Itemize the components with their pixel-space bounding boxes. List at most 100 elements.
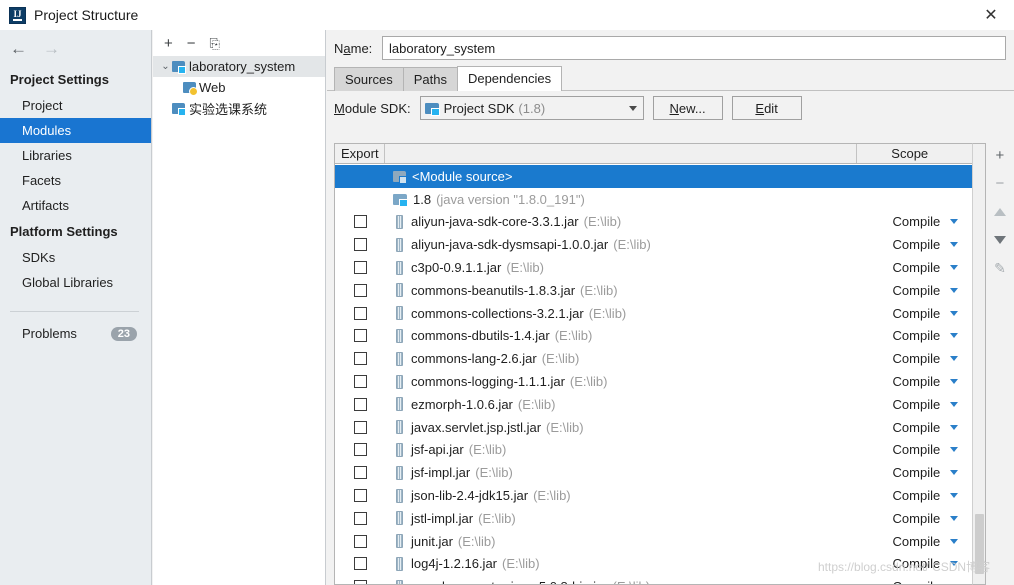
add-module-icon[interactable]: +: [164, 36, 173, 51]
table-row[interactable]: commons-beanutils-1.8.3.jar (E:\lib) Compi…: [335, 279, 972, 302]
export-checkbox[interactable]: [353, 580, 367, 584]
table-row[interactable]: commons-collections-3.2.1.jar (E:\lib) Com…: [335, 302, 972, 325]
chevron-down-icon[interactable]: [950, 242, 959, 248]
export-checkbox[interactable]: [353, 443, 367, 457]
chevron-down-icon[interactable]: [950, 265, 959, 271]
close-icon[interactable]: ✕: [968, 0, 1014, 30]
export-checkbox[interactable]: [353, 283, 367, 297]
tab-dependencies[interactable]: Dependencies: [456, 66, 563, 91]
table-row[interactable]: junit.jar (E:\lib) Compile: [335, 530, 972, 553]
table-row[interactable]: mysql-connector-java-5.0.8-bin.jar (E:\li…: [335, 575, 972, 584]
table-row[interactable]: c3p0-0.9.1.1.jar (E:\lib) Compile: [335, 256, 972, 279]
sidebar-item-artifacts[interactable]: Artifacts: [0, 193, 151, 218]
scope-cell[interactable]: Compile: [857, 328, 962, 343]
scope-cell[interactable]: Compile: [857, 237, 962, 252]
tree-node-web[interactable]: Web: [153, 77, 325, 98]
dependencies-scrollbar[interactable]: [972, 143, 986, 585]
export-checkbox[interactable]: [353, 261, 367, 275]
scope-cell[interactable]: Compile: [857, 420, 962, 435]
scope-cell[interactable]: Compile: [857, 488, 962, 503]
export-checkbox[interactable]: [353, 534, 367, 548]
module-name-input[interactable]: [382, 36, 1006, 60]
edit-sdk-button[interactable]: Edit: [731, 96, 802, 120]
export-checkbox[interactable]: [353, 511, 367, 525]
scope-cell[interactable]: Compile: [857, 306, 962, 321]
table-row[interactable]: <Module source>: [335, 165, 973, 188]
tab-paths[interactable]: Paths: [402, 67, 458, 91]
scope-cell[interactable]: Compile: [857, 579, 962, 584]
column-header-export[interactable]: Export: [335, 144, 385, 163]
chevron-down-icon[interactable]: [950, 401, 959, 407]
table-row[interactable]: commons-logging-1.1.1.jar (E:\lib) Compile: [335, 370, 972, 393]
chevron-down-icon[interactable]: [950, 219, 959, 225]
scope-cell[interactable]: Compile: [857, 374, 962, 389]
table-row[interactable]: javax.servlet.jsp.jstl.jar (E:\lib) Compil…: [335, 416, 972, 439]
scope-cell[interactable]: Compile: [857, 260, 962, 275]
scope-cell[interactable]: Compile: [857, 442, 962, 457]
tab-sources[interactable]: Sources: [334, 67, 404, 91]
scope-cell[interactable]: Compile: [857, 534, 962, 549]
sidebar-item-project[interactable]: Project: [0, 93, 151, 118]
add-dependency-icon[interactable]: +: [989, 146, 1011, 165]
export-checkbox[interactable]: [353, 375, 367, 389]
column-header-name[interactable]: [385, 144, 858, 163]
tree-node-laboratory-system[interactable]: ⌄ laboratory_system: [153, 56, 325, 77]
remove-dependency-icon[interactable]: −: [989, 174, 1011, 193]
scope-cell[interactable]: Compile: [857, 283, 962, 298]
chevron-down-icon[interactable]: [950, 287, 959, 293]
chevron-down-icon[interactable]: [950, 515, 959, 521]
table-row[interactable]: jsf-api.jar (E:\lib) Compile: [335, 439, 972, 462]
module-sdk-select[interactable]: Project SDK (1.8): [419, 96, 644, 120]
export-checkbox[interactable]: [353, 420, 367, 434]
table-row[interactable]: aliyun-java-sdk-dysmsapi-1.0.0.jar (E:\li…: [335, 233, 972, 256]
table-row[interactable]: aliyun-java-sdk-core-3.3.1.jar (E:\lib) Co…: [335, 211, 972, 234]
export-checkbox[interactable]: [353, 329, 367, 343]
export-checkbox[interactable]: [353, 215, 367, 229]
chevron-down-icon[interactable]: [950, 379, 959, 385]
forward-arrow-icon[interactable]: →: [43, 40, 60, 57]
table-row[interactable]: log4j-1.2.16.jar (E:\lib) Compile: [335, 553, 972, 576]
back-arrow-icon[interactable]: ←: [10, 40, 27, 57]
scope-cell[interactable]: Compile: [857, 556, 962, 571]
column-header-scope[interactable]: Scope: [857, 144, 962, 163]
chevron-down-icon[interactable]: [950, 424, 959, 430]
tree-node-experiment-course-system[interactable]: 实验选课系统: [153, 98, 325, 119]
sidebar-item-problems[interactable]: Problems 23: [0, 322, 151, 345]
chevron-down-icon[interactable]: [950, 333, 959, 339]
table-row[interactable]: jsf-impl.jar (E:\lib) Compile: [335, 461, 972, 484]
export-checkbox[interactable]: [353, 397, 367, 411]
chevron-down-icon[interactable]: [950, 470, 959, 476]
scope-cell[interactable]: Compile: [857, 511, 962, 526]
sidebar-item-facets[interactable]: Facets: [0, 168, 151, 193]
remove-module-icon[interactable]: −: [187, 36, 196, 51]
chevron-down-icon[interactable]: ⌄: [159, 61, 172, 72]
export-checkbox[interactable]: [353, 238, 367, 252]
move-down-icon[interactable]: [989, 230, 1011, 249]
sidebar-item-libraries[interactable]: Libraries: [0, 143, 151, 168]
dependencies-scrollbar-thumb[interactable]: [975, 514, 985, 574]
export-checkbox[interactable]: [353, 306, 367, 320]
table-row[interactable]: commons-dbutils-1.4.jar (E:\lib) Compile: [335, 325, 972, 348]
copy-module-icon[interactable]: ⎘: [210, 37, 220, 50]
export-checkbox[interactable]: [353, 352, 367, 366]
scope-cell[interactable]: Compile: [857, 397, 962, 412]
sidebar-item-modules[interactable]: Modules: [0, 118, 151, 143]
chevron-down-icon[interactable]: [950, 447, 959, 453]
chevron-down-icon[interactable]: [950, 310, 959, 316]
table-row[interactable]: 1.8 (java version "1.8.0_191"): [335, 188, 972, 211]
new-sdk-button[interactable]: New...: [652, 96, 723, 120]
chevron-down-icon[interactable]: [950, 538, 959, 544]
table-row[interactable]: ezmorph-1.0.6.jar (E:\lib) Compile: [335, 393, 972, 416]
chevron-down-icon[interactable]: [950, 561, 959, 567]
scope-cell[interactable]: Compile: [857, 465, 962, 480]
scope-cell[interactable]: Compile: [857, 351, 962, 366]
move-up-icon[interactable]: [989, 202, 1011, 221]
table-row[interactable]: json-lib-2.4-jdk15.jar (E:\lib) Compile: [335, 484, 972, 507]
chevron-down-icon[interactable]: [950, 356, 959, 362]
export-checkbox[interactable]: [353, 466, 367, 480]
export-checkbox[interactable]: [353, 557, 367, 571]
export-checkbox[interactable]: [353, 489, 367, 503]
chevron-down-icon[interactable]: [950, 493, 959, 499]
scope-cell[interactable]: Compile: [857, 214, 962, 229]
table-row[interactable]: jstl-impl.jar (E:\lib) Compile: [335, 507, 972, 530]
